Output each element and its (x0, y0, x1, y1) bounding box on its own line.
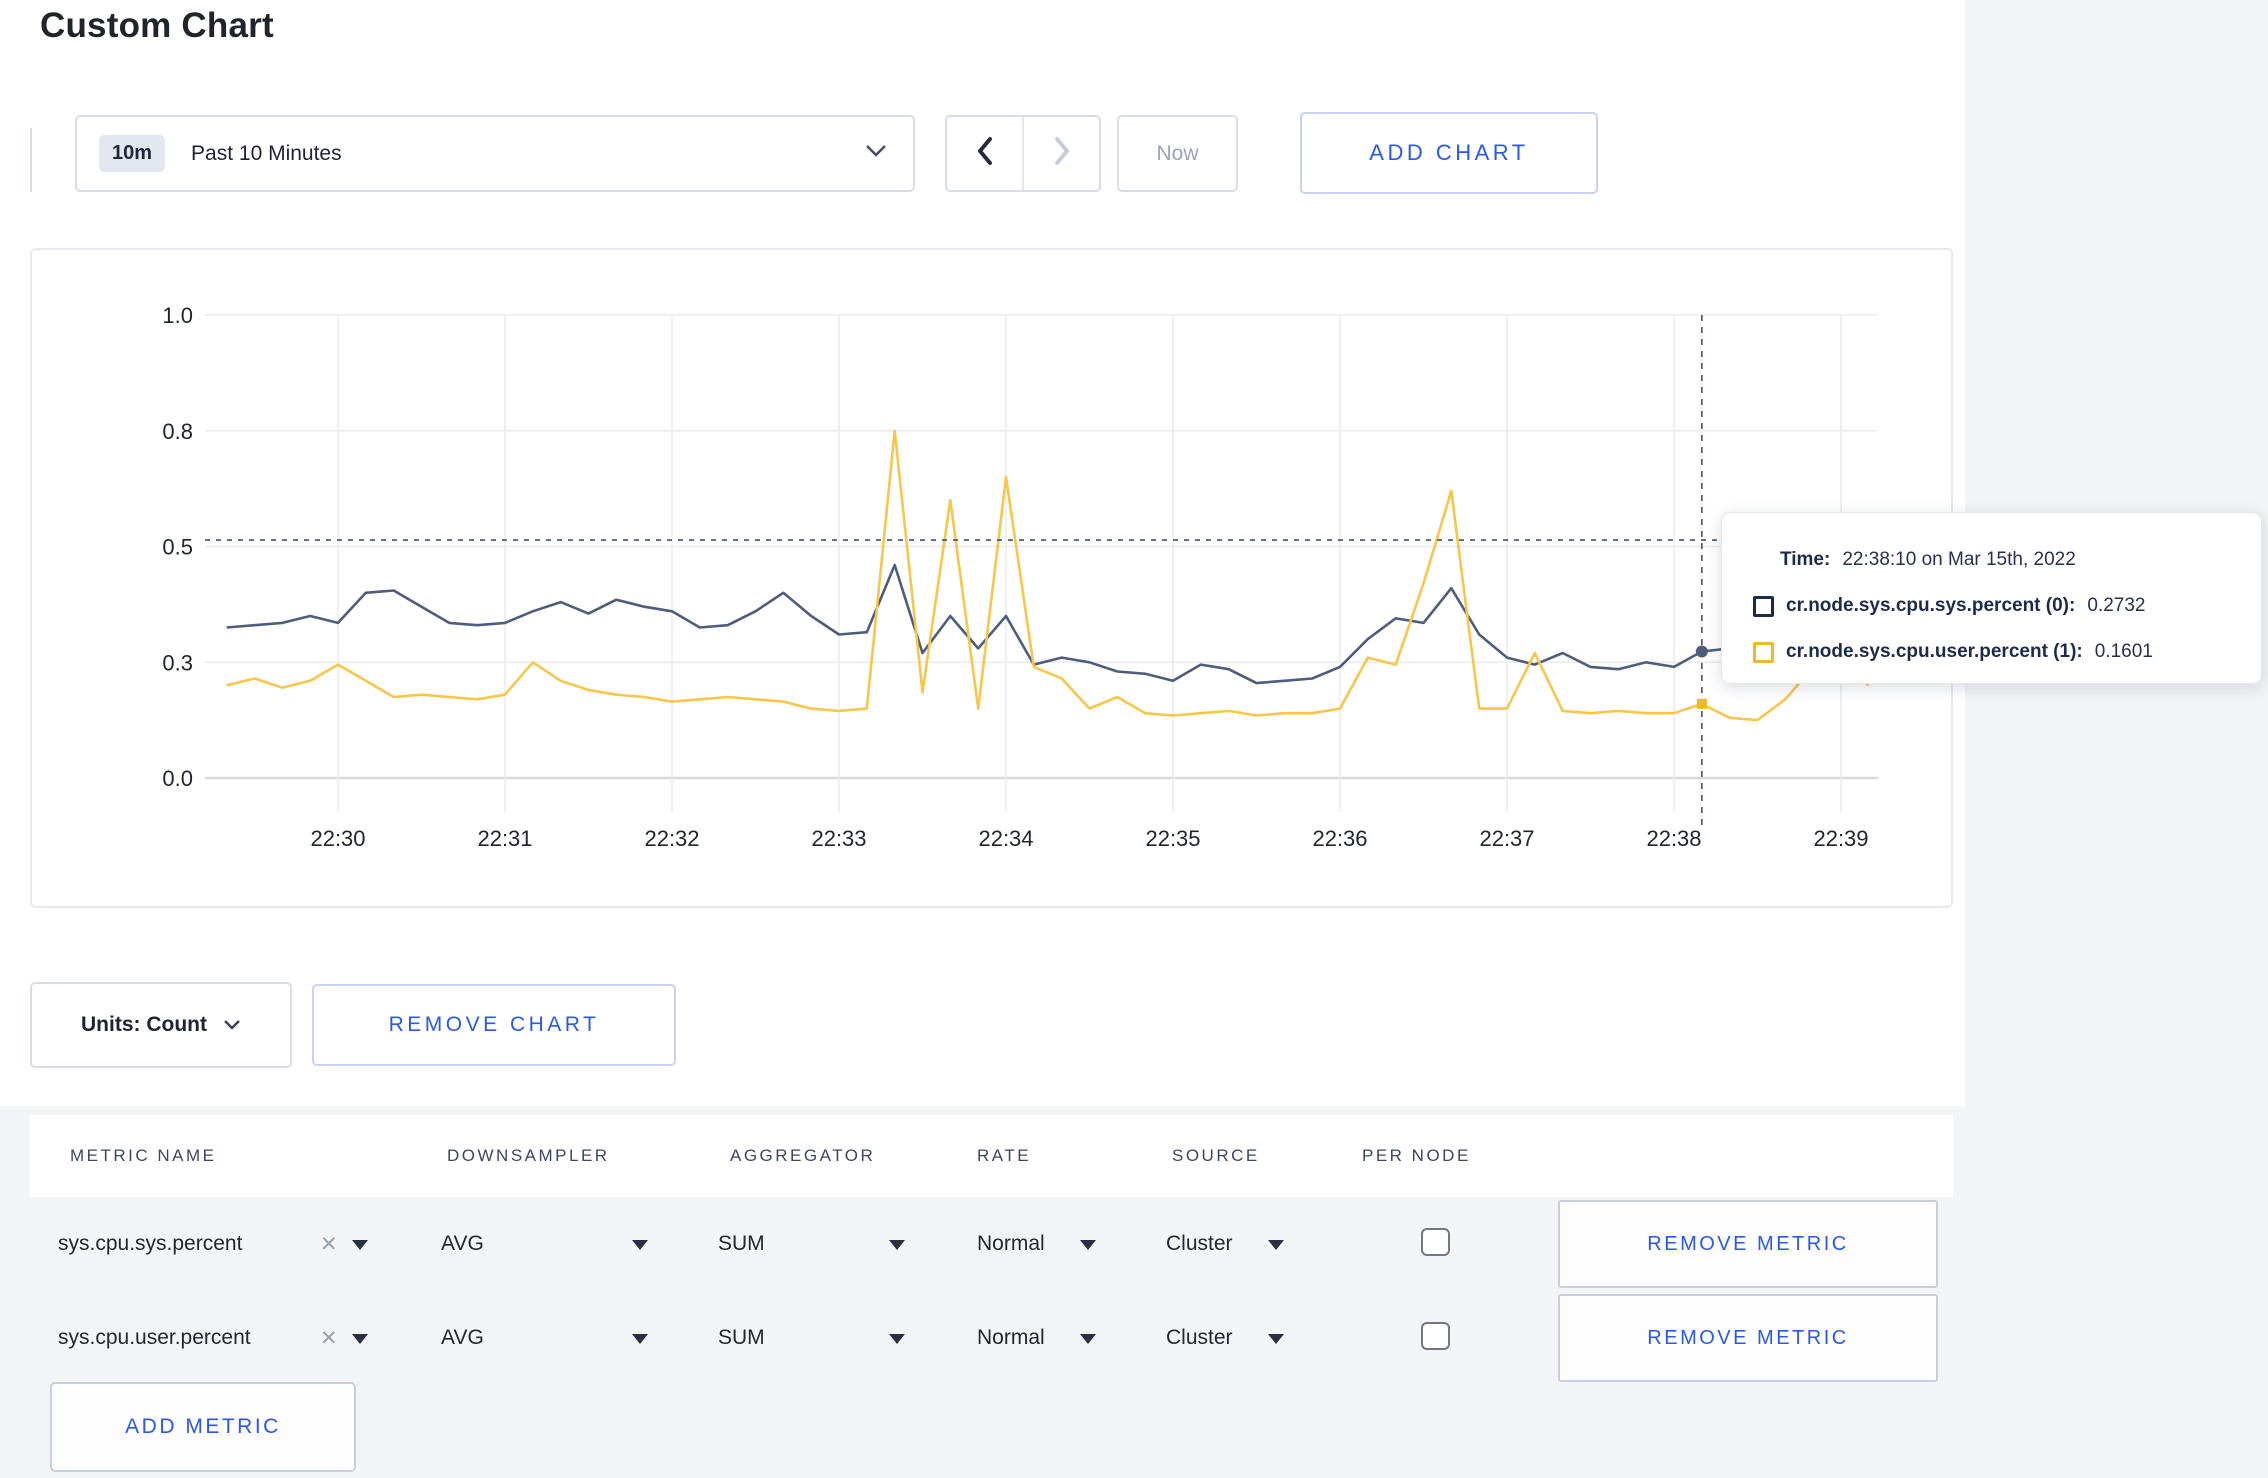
source-select[interactable]: Cluster (1166, 1326, 1233, 1350)
col-header-aggregator: AGGREGATOR (730, 1146, 876, 1165)
next-interval-button[interactable] (1024, 117, 1099, 190)
rate-select[interactable]: Normal (977, 1326, 1045, 1350)
metric-name-value[interactable]: sys.cpu.sys.percent (58, 1232, 242, 1256)
x-axis-label: 22:37 (1479, 826, 1534, 851)
time-range-badge: 10m (99, 135, 166, 172)
per-node-checkbox[interactable] (1421, 1322, 1450, 1350)
y-axis-label: 0.0 (162, 766, 193, 791)
y-axis-label: 0.3 (162, 650, 193, 675)
chevron-left-icon (975, 136, 995, 171)
clear-metric-icon[interactable]: ✕ (320, 1232, 338, 1257)
metric-name-value[interactable]: sys.cpu.user.percent (58, 1326, 251, 1350)
timeseries-chart[interactable]: 0.0 0.3 0.5 0.8 1.0 22:30 22:31 22:32 22:33 22:34… (30, 248, 1953, 908)
units-label: Units: Count (81, 1013, 207, 1036)
x-axis-label: 22:31 (477, 826, 532, 851)
sys-series-swatch-icon (1753, 595, 1774, 617)
aggregator-caret-icon[interactable] (889, 1334, 905, 1344)
user-series-marker (1696, 698, 1707, 709)
user-series-swatch-icon (1753, 641, 1774, 663)
chevron-down-icon (865, 144, 887, 163)
metric-dropdown-caret-icon[interactable] (352, 1240, 368, 1250)
tooltip-series-label: cr.node.sys.cpu.sys.percent (0): (1786, 595, 2076, 616)
rate-select[interactable]: Normal (977, 1232, 1045, 1256)
aggregator-select[interactable]: SUM (718, 1326, 765, 1350)
x-axis-label: 22:30 (310, 826, 365, 851)
tooltip-series-row: cr.node.sys.cpu.user.percent (1): 0.1601 (1753, 629, 2261, 675)
rate-caret-icon[interactable] (1080, 1240, 1096, 1250)
time-range-dropdown[interactable]: 10m Past 10 Minutes (75, 115, 915, 192)
sys-series-marker (1695, 645, 1708, 658)
col-header-per-node: PER NODE (1362, 1146, 1471, 1165)
tooltip-time-label: Time: (1780, 549, 1831, 570)
chevron-right-icon (1052, 136, 1072, 171)
x-axis-label: 22:38 (1646, 826, 1701, 851)
tooltip-series-value: 0.1601 (2094, 641, 2153, 662)
time-step-buttons (945, 115, 1101, 192)
col-header-metric-name: METRIC NAME (70, 1146, 217, 1165)
per-node-checkbox[interactable] (1421, 1228, 1450, 1256)
col-header-source: SOURCE (1172, 1146, 1260, 1165)
tooltip-series-row: cr.node.sys.cpu.sys.percent (0): 0.2732 (1753, 583, 2261, 629)
controls-left-divider (30, 128, 32, 192)
tooltip-series-label: cr.node.sys.cpu.user.percent (1): (1786, 641, 2083, 662)
x-axis-label: 22:34 (978, 826, 1033, 851)
col-header-rate: RATE (977, 1146, 1032, 1165)
tooltip-time-value: 22:38:10 on Mar 15th, 2022 (1842, 549, 2076, 570)
chevron-down-icon (224, 1020, 240, 1030)
x-axis-label: 22:35 (1145, 826, 1200, 851)
aggregator-caret-icon[interactable] (889, 1240, 905, 1250)
source-caret-icon[interactable] (1268, 1334, 1284, 1344)
remove-metric-button[interactable]: REMOVE METRIC (1558, 1200, 1938, 1288)
source-caret-icon[interactable] (1268, 1240, 1284, 1250)
previous-interval-button[interactable] (947, 117, 1022, 190)
y-axis-label: 0.5 (162, 535, 193, 560)
source-select[interactable]: Cluster (1166, 1232, 1233, 1256)
units-dropdown[interactable]: Units: Count (30, 982, 292, 1068)
metric-dropdown-caret-icon[interactable] (352, 1334, 368, 1344)
chart-hover-tooltip: Time: 22:38:10 on Mar 15th, 2022 cr.node… (1721, 512, 2262, 684)
add-chart-button[interactable]: ADD CHART (1300, 112, 1598, 194)
x-axis-label: 22:32 (644, 826, 699, 851)
remove-chart-button[interactable]: REMOVE CHART (312, 984, 676, 1066)
remove-metric-button[interactable]: REMOVE METRIC (1558, 1294, 1938, 1382)
downsampler-select[interactable]: AVG (441, 1232, 484, 1256)
tooltip-series-value: 0.2732 (2087, 595, 2146, 616)
clear-metric-icon[interactable]: ✕ (320, 1326, 338, 1351)
series-line (226, 429, 1870, 722)
rate-caret-icon[interactable] (1080, 1334, 1096, 1344)
y-axis-label: 1.0 (162, 303, 193, 328)
add-metric-button[interactable]: ADD METRIC (50, 1382, 356, 1472)
tooltip-time-row: Time: 22:38:10 on Mar 15th, 2022 (1780, 537, 2261, 583)
downsampler-caret-icon[interactable] (632, 1240, 648, 1250)
y-axis-label: 0.8 (162, 419, 193, 444)
series-line (226, 563, 1870, 685)
x-axis-label: 22:33 (811, 826, 866, 851)
x-axis-label: 22:39 (1813, 826, 1868, 851)
now-button[interactable]: Now (1117, 115, 1238, 192)
x-axis-label: 22:36 (1312, 826, 1367, 851)
page-title: Custom Chart (40, 6, 274, 45)
time-range-label: Past 10 Minutes (191, 141, 342, 165)
downsampler-caret-icon[interactable] (632, 1334, 648, 1344)
downsampler-select[interactable]: AVG (441, 1326, 484, 1350)
aggregator-select[interactable]: SUM (718, 1232, 765, 1256)
col-header-downsampler: DOWNSAMPLER (447, 1146, 610, 1165)
